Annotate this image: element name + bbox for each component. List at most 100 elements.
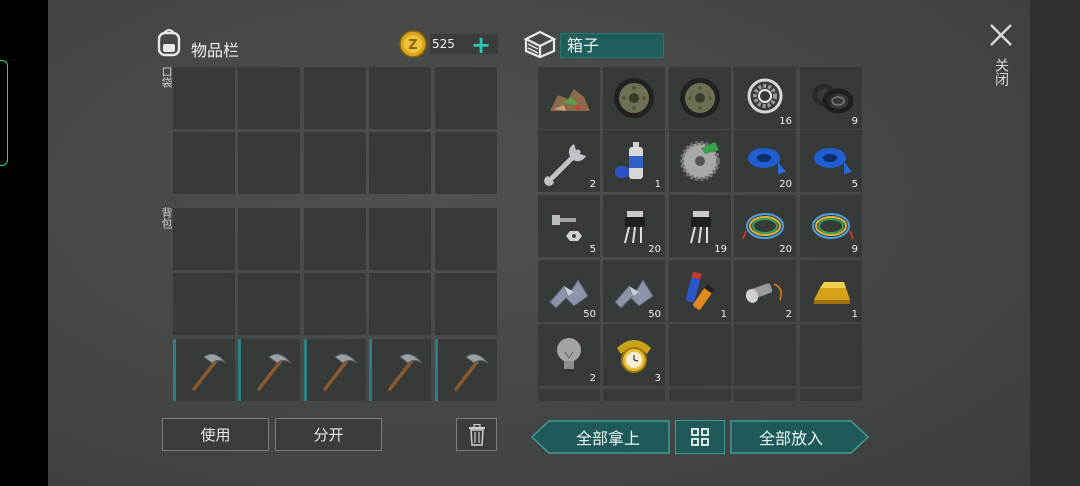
backpack-label: 背包 [160,207,173,229]
pocket-slot[interactable] [435,132,497,194]
box-slot[interactable]: 1 [800,260,862,322]
backpack-slot[interactable] [238,273,300,335]
pickaxe-icon [454,353,489,391]
pocket-slot[interactable] [304,132,366,194]
item-quantity: 5 [589,244,596,255]
box-slot[interactable]: 19 [669,195,731,257]
pocket-slot[interactable] [238,67,300,129]
box-icon [523,30,557,59]
box-slot[interactable]: 50 [603,260,665,322]
pocket-slot[interactable] [369,67,431,129]
backpack-slot[interactable] [304,273,366,335]
pocket-slot[interactable] [369,132,431,194]
pocket-slot[interactable] [435,67,497,129]
coin-count: 525 [432,37,455,51]
tool-slot[interactable] [435,339,497,401]
item-quantity: 50 [583,309,596,320]
tool-slot[interactable] [304,339,366,401]
box-slot[interactable]: 20 [603,195,665,257]
box-slot[interactable]: 50 [538,260,600,322]
item-quantity: 1 [851,309,858,320]
item-quantity: 3 [654,373,661,384]
box-slot-partial[interactable] [669,389,731,401]
add-coins-button[interactable]: + [471,31,491,59]
notch-indicator [0,60,8,166]
split-button[interactable]: 分开 [275,418,382,451]
box-slot[interactable] [669,324,731,386]
pocket-slot[interactable] [173,67,235,129]
screen-edge [0,0,48,486]
box-slot[interactable] [603,67,665,129]
svg-text:Z: Z [408,38,417,53]
item-quantity: 9 [851,244,858,255]
box-slot[interactable]: 5 [800,130,862,192]
tool-slot[interactable] [238,339,300,401]
item-quantity: 9 [851,116,858,127]
item-quantity: 20 [648,244,661,255]
backpack-icon [157,29,181,57]
box-slot-partial[interactable] [603,389,665,401]
box-slot[interactable]: 2 [734,260,796,322]
sort-button[interactable] [675,420,725,454]
item-quantity: 1 [720,309,727,320]
box-slot[interactable]: 2 [538,324,600,386]
box-slot[interactable]: 1 [603,130,665,192]
grid-icon [691,428,709,446]
item-quantity: 5 [851,179,858,190]
pocket-slot[interactable] [173,132,235,194]
bolt-icon [552,215,582,241]
backpack-slot[interactable] [304,208,366,270]
inventory-title: 物品栏 [191,41,240,60]
light-bulb-icon [557,338,581,372]
close-button[interactable] [988,22,1014,48]
pockets-label: 口袋 [160,66,173,88]
pickaxe-icon [192,353,227,391]
wheel-icon [680,78,720,118]
use-button[interactable]: 使用 [162,418,269,451]
backpack-slot[interactable] [173,273,235,335]
backpack-slot[interactable] [238,208,300,270]
backpack-slot[interactable] [435,208,497,270]
item-quantity: 16 [779,116,792,127]
backpack-slot[interactable] [435,273,497,335]
backpack-slot[interactable] [369,208,431,270]
scrap-icon [550,89,590,111]
box-slot[interactable] [538,67,600,129]
pocket-slot[interactable] [304,67,366,129]
box-slot[interactable] [734,324,796,386]
item-quantity: 2 [785,309,792,320]
box-slot[interactable]: 3 [603,324,665,386]
box-slot[interactable] [669,67,731,129]
flashlight-icon [745,283,782,303]
trash-button[interactable] [456,418,497,451]
item-quantity: 1 [654,179,661,190]
trash-icon [468,423,485,446]
pickaxe-icon [323,353,358,391]
backpack-slot[interactable] [173,208,235,270]
box-slot[interactable] [669,130,731,192]
box-slot-partial[interactable] [800,389,862,401]
backpack-slot[interactable] [369,273,431,335]
box-slot[interactable]: 1 [669,260,731,322]
wrench-icon [544,144,586,186]
close-label[interactable]: 关闭 [991,58,1011,86]
box-slot[interactable]: 2 [538,130,600,192]
pocket-slot[interactable] [238,132,300,194]
box-slot[interactable] [800,324,862,386]
put-all-button[interactable]: 全部放入 [731,421,851,453]
tool-slot[interactable] [369,339,431,401]
saw-blade-icon [680,141,720,181]
item-quantity: 19 [714,244,727,255]
box-slot-partial[interactable] [538,389,600,401]
box-slot-partial[interactable] [734,389,796,401]
box-slot[interactable]: 5 [538,195,600,257]
box-slot[interactable]: 9 [800,195,862,257]
take-all-button[interactable]: 全部拿上 [548,421,668,453]
tool-slot[interactable] [173,339,235,401]
box-slot[interactable]: 16 [734,67,796,129]
box-slot[interactable]: 20 [734,130,796,192]
box-slot[interactable]: 9 [800,67,862,129]
box-name-field[interactable]: 箱子 [560,33,664,58]
box-slot[interactable]: 20 [734,195,796,257]
coin-icon: Z [399,30,427,58]
